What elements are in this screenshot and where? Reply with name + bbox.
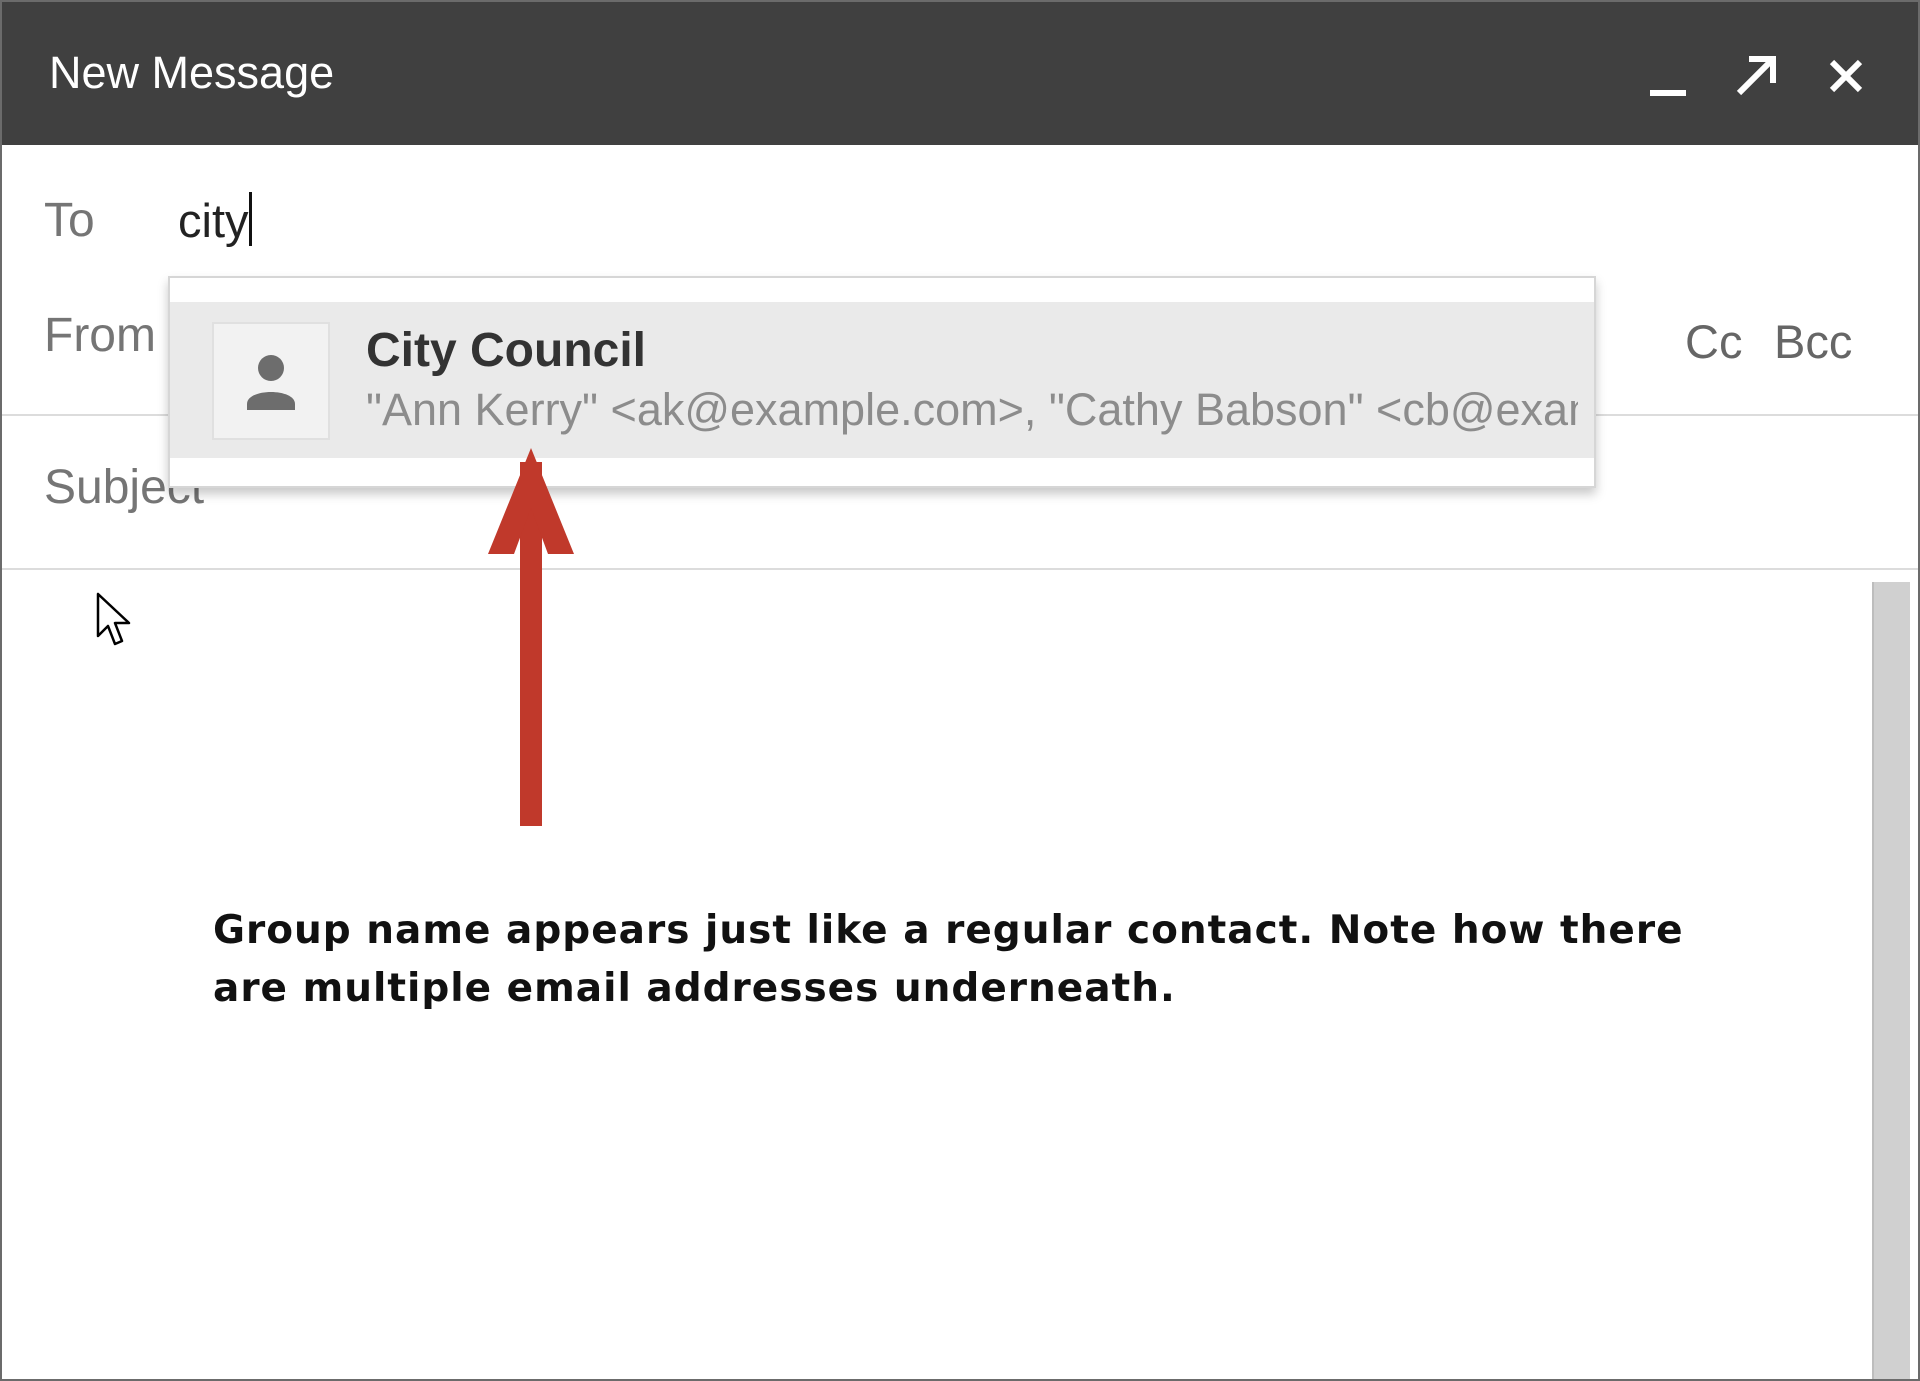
annotation-arrow [488, 448, 574, 826]
from-label: From [44, 309, 156, 362]
compose-titlebar[interactable]: New Message [2, 2, 1918, 145]
suggestion-emails: "Ann Kerry" <ak@example.com>, "Cathy Bab… [366, 384, 1578, 435]
window-title: New Message [49, 47, 335, 98]
mouse-cursor-icon [96, 592, 131, 646]
pop-out-arrow-icon [1736, 56, 1776, 96]
avatar [212, 322, 330, 440]
minimize-icon [1650, 90, 1686, 96]
pop-out-button[interactable] [1724, 44, 1788, 108]
to-label: To [44, 194, 95, 247]
cc-link[interactable]: Cc [1685, 314, 1742, 370]
text-caret [249, 192, 252, 246]
to-input[interactable]: city [178, 193, 249, 249]
compose-window: New Message To city From Cc Bcc Subject [0, 0, 1920, 1381]
suggestion-item[interactable]: City Council "Ann Kerry" <ak@example.com… [170, 302, 1594, 458]
annotation-text: Group name appears just like a regular c… [213, 908, 1684, 1011]
body-scrollbar[interactable] [1872, 582, 1910, 1379]
bcc-link[interactable]: Bcc [1774, 314, 1852, 370]
close-button[interactable] [1814, 44, 1878, 108]
to-row[interactable]: To [2, 145, 1918, 270]
close-icon [1829, 59, 1863, 93]
autocomplete-dropdown: City Council "Ann Kerry" <ak@example.com… [168, 276, 1596, 488]
person-icon [247, 355, 295, 410]
minimize-button[interactable] [1636, 44, 1700, 108]
suggestion-name: City Council [366, 324, 647, 377]
